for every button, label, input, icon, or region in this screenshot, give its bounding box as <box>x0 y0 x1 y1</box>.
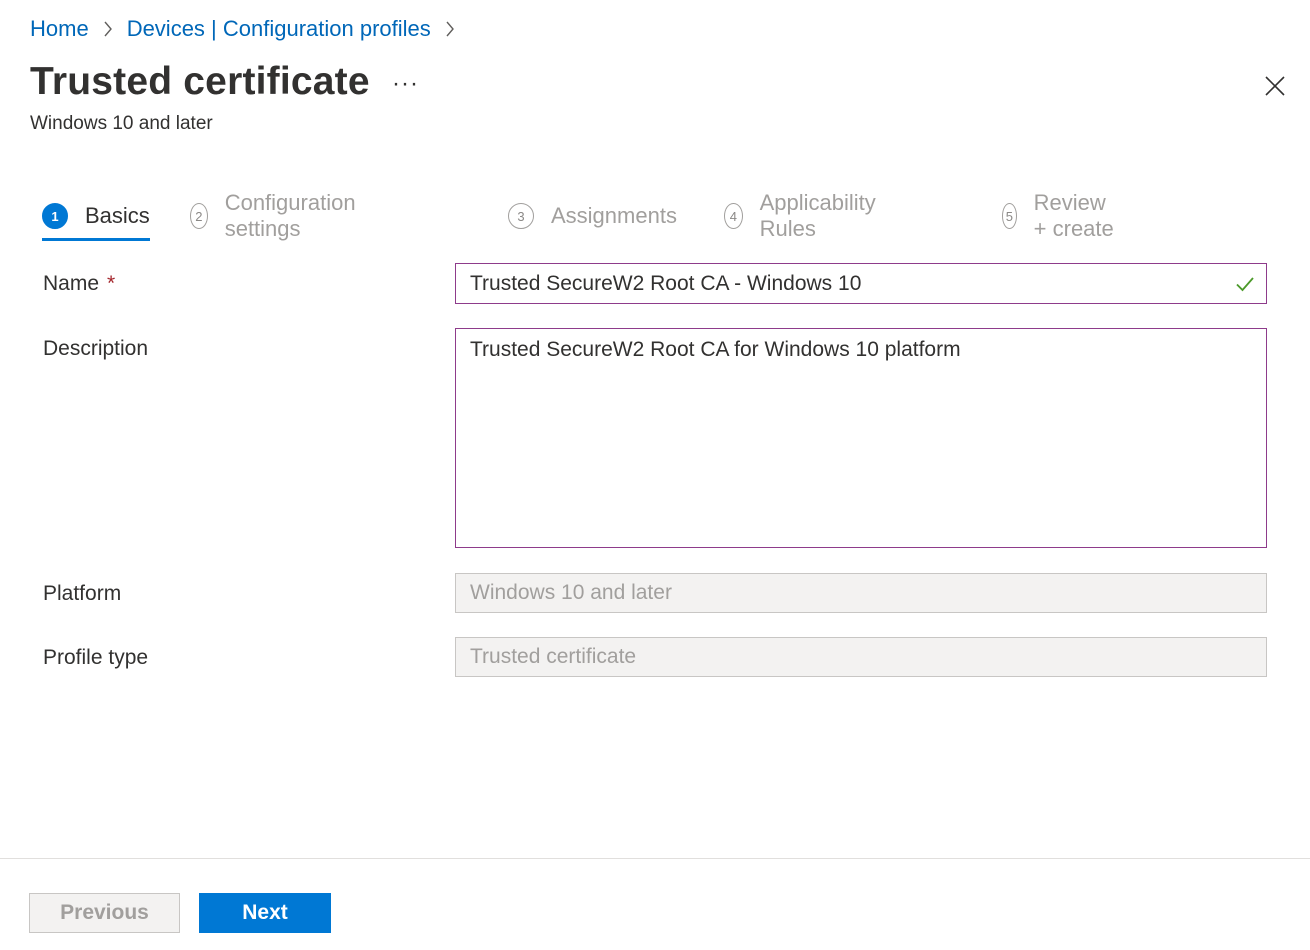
more-options-button[interactable]: ··· <box>392 70 419 98</box>
step-label: Applicability Rules <box>759 190 876 241</box>
previous-button[interactable]: Previous <box>29 893 180 933</box>
step-number-badge: 4 <box>724 203 743 229</box>
active-tab-indicator <box>42 238 150 241</box>
step-number-badge: 2 <box>190 203 208 229</box>
tab-review-create[interactable]: 5 Review + create <box>1002 190 1117 241</box>
checkmark-icon <box>1234 273 1256 295</box>
step-label: Configuration settings <box>224 190 356 241</box>
footer-divider <box>0 858 1310 859</box>
breadcrumb-configuration-profiles-link[interactable]: Devices | Configuration profiles <box>127 16 431 42</box>
description-field-value: Trusted SecureW2 Root CA for Windows 10 … <box>470 338 961 361</box>
step-number-badge: 3 <box>508 203 534 229</box>
profile-type-label: Profile type <box>43 646 149 669</box>
platform-field-value: Windows 10 and later <box>470 581 672 604</box>
step-number-badge: 1 <box>42 203 68 229</box>
step-label: Review + create <box>1033 190 1114 241</box>
tab-applicability-rules[interactable]: 4 Applicability Rules <box>724 190 883 241</box>
page-subtitle: Windows 10 and later <box>30 113 213 134</box>
close-icon[interactable] <box>1264 75 1286 97</box>
next-button[interactable]: Next <box>199 893 331 933</box>
required-asterisk: * <box>107 272 116 295</box>
step-label: Basics <box>85 203 150 228</box>
breadcrumb-home-link[interactable]: Home <box>30 16 89 42</box>
tab-assignments[interactable]: 3 Assignments <box>508 198 677 234</box>
name-field-value: Trusted SecureW2 Root CA - Windows 10 <box>470 271 862 295</box>
description-field[interactable]: Trusted SecureW2 Root CA for Windows 10 … <box>455 328 1267 548</box>
step-label: Assignments <box>551 203 677 228</box>
platform-label: Platform <box>43 582 122 605</box>
name-field[interactable]: Trusted SecureW2 Root CA - Windows 10 <box>455 263 1267 304</box>
page-title: Trusted certificate <box>30 60 370 103</box>
name-label: Name <box>43 272 100 295</box>
chevron-right-icon <box>445 21 455 37</box>
profile-type-field: Trusted certificate <box>455 637 1267 677</box>
tab-configuration-settings[interactable]: 2 Configuration settings <box>190 190 364 241</box>
step-number-badge: 5 <box>1002 203 1017 229</box>
chevron-right-icon <box>103 21 113 37</box>
description-label: Description <box>43 337 149 360</box>
profile-type-field-value: Trusted certificate <box>470 645 637 668</box>
breadcrumb: Home Devices | Configuration profiles <box>30 16 469 42</box>
name-label-row: Name * <box>43 272 115 296</box>
platform-field: Windows 10 and later <box>455 573 1267 613</box>
tab-basics[interactable]: 1 Basics <box>42 198 150 234</box>
